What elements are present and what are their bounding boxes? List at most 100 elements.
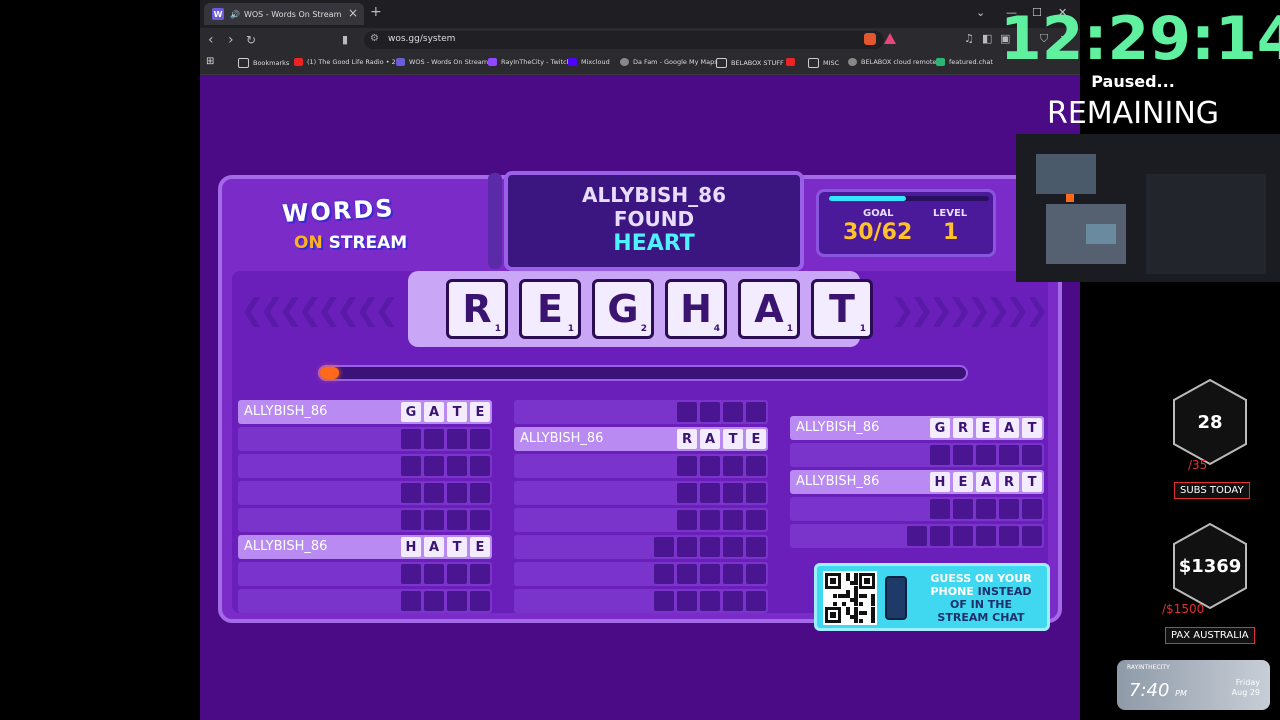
word-row: ALLYBISH_86 G R E A T [790,416,1044,440]
phone-guess-text: GUESS ON YOUR PHONE INSTEAD OF IN THE ST… [930,572,1032,624]
hidden-letter-slot [700,537,720,557]
hidden-letter-slot [746,483,766,503]
qr-code-icon[interactable] [823,571,877,625]
bookmark-icon[interactable]: ▮ [342,33,348,46]
logo-words-text: WORDS [281,194,396,228]
hidden-letter-slot [447,591,467,611]
bookmark-item[interactable]: WOS - Words On Stream [396,58,488,66]
brave-shield-icon[interactable] [864,33,876,45]
apps-icon[interactable]: ⊞ [206,56,214,67]
letter-tile: A1 [738,279,800,339]
letter-slots [398,483,490,503]
wos-favicon-icon: W [212,8,224,20]
revealed-letter: T [1022,418,1042,438]
hidden-letter-slot [677,456,697,476]
hidden-letter-slot [746,591,766,611]
speaker-icon[interactable]: 🔊 [230,10,240,19]
forward-icon[interactable]: › [228,32,234,48]
media-icon[interactable]: ♫ [964,32,974,45]
widget-brand: RAYINTHECITY [1127,664,1170,671]
logo-stream-text: ON STREAM [294,233,408,253]
revealed-letter: H [930,472,950,492]
brave-rewards-icon[interactable] [884,33,896,44]
hidden-letter-slot [930,445,950,465]
remaining-label: REMAINING [1046,96,1220,131]
hidden-letter-slot [470,429,490,449]
letter-slots [674,456,766,476]
letter-slots: RATE [674,429,766,449]
subs-today-badge: SUBS TODAY [1174,482,1250,499]
hidden-letter-slot [723,510,743,530]
goal-progress-fill [829,196,906,201]
tile-points: 1 [567,324,574,334]
hidden-letter-slot [424,591,444,611]
revealed-letter: E [470,402,490,422]
hidden-letter-slot [700,591,720,611]
level-label: LEVEL [933,208,968,219]
donation-goal: /$1500 [1162,602,1205,616]
hidden-letter-slot [424,510,444,530]
found-player-name: ALLYBISH_86 [582,183,726,207]
letter-slots: HEART [927,472,1042,492]
bookmark-item[interactable]: RayInTheCity - Twitch [488,58,571,66]
found-label: FOUND [613,207,695,231]
new-tab-button[interactable]: + [370,4,382,20]
back-icon[interactable]: ‹ [208,32,214,48]
sidebar-icon[interactable]: ◧ [982,32,992,45]
hidden-letter-slot [401,483,421,503]
phone-guess-panel[interactable]: GUESS ON YOUR PHONE INSTEAD OF IN THE ST… [814,563,1050,631]
hidden-letter-slot [1022,526,1042,546]
game-board: WORDS ON STREAM ALLYBISH_86 FOUND HEART … [218,171,1062,631]
donation-amount: $1369 [1178,556,1242,577]
hidden-letter-slot [746,537,766,557]
twitch-icon [488,58,497,66]
hidden-letter-slot [746,510,766,530]
hidden-letter-slot [930,526,950,546]
revealed-letter: A [999,418,1019,438]
tab-wos[interactable]: W 🔊 WOS - Words On Stream × [204,3,364,25]
revealed-letter: A [976,472,996,492]
bookmark-item[interactable] [786,58,799,66]
tab-search-icon[interactable]: ⌄ [976,6,985,19]
word-row [238,562,492,586]
hidden-letter-slot [953,526,973,546]
revealed-letter: A [424,537,444,557]
hidden-letter-slot [424,564,444,584]
nav-bar: ‹ › ↻ ▮ ⚙ wos.gg/system ♫ ◧ ▣ ✎ ⛉ ≡ [200,28,1080,52]
revealed-letter: T [447,537,467,557]
close-tab-icon[interactable]: × [348,6,358,20]
tile-letter: R [462,287,492,331]
word-row [790,443,1044,467]
bookmark-item[interactable]: (1) The Good Life Radio • 2... [294,58,402,66]
bookmark-item[interactable]: Da Fam - Google My Maps [620,58,718,66]
bookmark-folder[interactable]: Bookmarks [238,58,289,68]
globe-icon [848,58,857,66]
word-finder-name: ALLYBISH_86 [520,431,604,446]
folder-icon [716,58,727,68]
hidden-letter-slot [447,456,467,476]
hidden-letter-slot [470,456,490,476]
hidden-letter-slot [447,510,467,530]
word-finder-name: ALLYBISH_86 [796,474,880,489]
hidden-letter-slot [1022,499,1042,519]
round-timer-fill [320,367,340,379]
bookmark-folder[interactable]: BELABOX STUFF [716,58,784,68]
letter-tile: E1 [519,279,581,339]
bookmark-item[interactable]: Mixcloud [568,58,610,66]
letter-slots [674,510,766,530]
bookmark-item[interactable]: BELABOX cloud remote [848,58,936,66]
hidden-letter-slot [677,564,697,584]
hidden-letter-slot [700,456,720,476]
hidden-letter-slot [723,564,743,584]
bookmark-item[interactable]: featured.chat [936,58,993,66]
address-bar[interactable]: ⚙ wos.gg/system [364,31,884,49]
site-info-icon[interactable]: ⚙ [370,33,379,44]
word-row [514,535,768,559]
hidden-letter-slot [953,499,973,519]
word-row [514,400,768,424]
bookmark-folder[interactable]: MISC [808,58,839,68]
revealed-letter: G [401,402,421,422]
reload-icon[interactable]: ↻ [246,33,256,47]
letter-slots [904,526,1042,546]
subs-count: 28 [1197,412,1223,433]
